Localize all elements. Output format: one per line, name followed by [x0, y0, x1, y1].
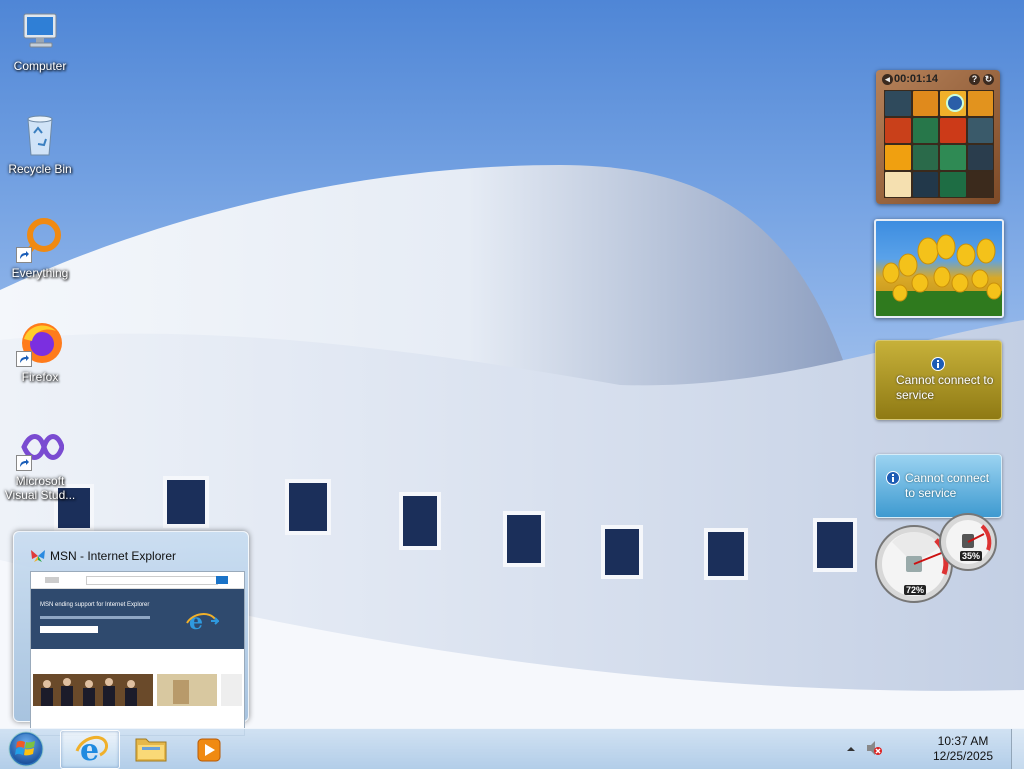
desktop-icon-firefox[interactable]: Firefox [1, 319, 79, 384]
desktop-icon-label: Recycle Bin [8, 162, 72, 176]
media-player-icon [197, 738, 221, 767]
show-desktop-button[interactable] [1011, 729, 1024, 769]
msn-banner-heading: MSN ending support for Internet Explorer [40, 602, 150, 608]
taskbar-button-internet-explorer[interactable]: e [60, 730, 120, 769]
ie-page-thumbnail: MSN ending support for Internet Explorer… [30, 571, 245, 736]
msn-banner: MSN ending support for Internet Explorer… [31, 589, 244, 649]
puzzle-help-button[interactable]: ? [969, 74, 980, 85]
computer-icon [16, 8, 64, 56]
start-button[interactable] [4, 730, 48, 768]
shortcut-arrow-icon [16, 351, 32, 367]
desktop-icon-label: Computer [13, 59, 67, 73]
recycle-bin-icon [16, 111, 64, 159]
taskbar-thumbnail-preview[interactable]: MSN - Internet Explorer MSN ending suppo… [13, 531, 249, 736]
windows-logo-icon [8, 731, 44, 767]
msn-news-photos [33, 674, 242, 706]
desktop-icon-visual-studio[interactable]: Microsoft Visual Stud... [1, 423, 79, 502]
puzzle-pause-icon[interactable]: ◂ [882, 74, 893, 85]
shortcut-arrow-icon [16, 455, 32, 471]
taskbar-button-media-player[interactable] [184, 730, 226, 767]
desktop-icon-everything[interactable]: Everything [1, 215, 79, 280]
puzzle-grid[interactable] [884, 90, 994, 198]
msn-butterfly-icon [30, 549, 46, 566]
desktop-icon-computer[interactable]: Computer [1, 8, 79, 73]
feed-error-message: Cannot connect to service [905, 471, 990, 500]
info-icon [886, 471, 900, 490]
internet-explorer-icon: e [74, 733, 108, 770]
desktop-icon-label: Everything [11, 266, 69, 280]
preview-title: MSN - Internet Explorer [30, 549, 176, 563]
memory-usage-value: 35% [960, 551, 983, 561]
desktop-icon-label: Microsoft Visual Stud... [4, 474, 76, 502]
slideshow-gadget[interactable] [874, 219, 1004, 318]
desktop-icon-label: Firefox [21, 370, 59, 384]
show-hidden-icons-button[interactable] [845, 742, 857, 754]
system-clock[interactable]: 10:37 AM 12/25/2025 [918, 734, 1008, 764]
msn-header [31, 572, 244, 589]
cpu-usage-value: 72% [904, 585, 927, 595]
visual-studio-icon [16, 423, 65, 471]
puzzle-shuffle-icon[interactable]: ↻ [983, 74, 994, 85]
feed-headlines-gadget[interactable]: Cannot connect to service [875, 454, 1002, 518]
everything-search-icon [16, 215, 64, 263]
weather-gadget[interactable]: Cannot connect to service [875, 340, 1002, 420]
firefox-icon [16, 319, 64, 367]
internet-explorer-icon: e [185, 609, 221, 638]
shortcut-arrow-icon [16, 247, 32, 263]
tulips-image [876, 234, 1002, 316]
volume-muted-icon[interactable] [865, 739, 883, 757]
puzzle-toolbar: ◂ 00:01:14 ? ↻ [882, 73, 994, 87]
folder-icon [134, 735, 168, 768]
taskbar-button-windows-explorer[interactable] [123, 730, 181, 767]
chevron-up-icon [847, 747, 855, 751]
clock-date: 12/25/2025 [932, 749, 994, 763]
preview-window-title: MSN - Internet Explorer [50, 549, 177, 563]
svg-text:e: e [189, 609, 203, 633]
taskbar: e 10:37 AM 12/25/2025 [0, 728, 1024, 769]
weather-error-message: Cannot connect to service [896, 373, 994, 402]
cpu-meter-gadget[interactable]: 72% 35% [872, 512, 1000, 604]
clock-time: 10:37 AM [937, 734, 989, 748]
desktop-icon-recycle-bin[interactable]: Recycle Bin [1, 111, 79, 176]
puzzle-timer: 00:01:14 [894, 73, 939, 85]
picture-puzzle-gadget[interactable]: ◂ 00:01:14 ? ↻ [876, 70, 1000, 204]
